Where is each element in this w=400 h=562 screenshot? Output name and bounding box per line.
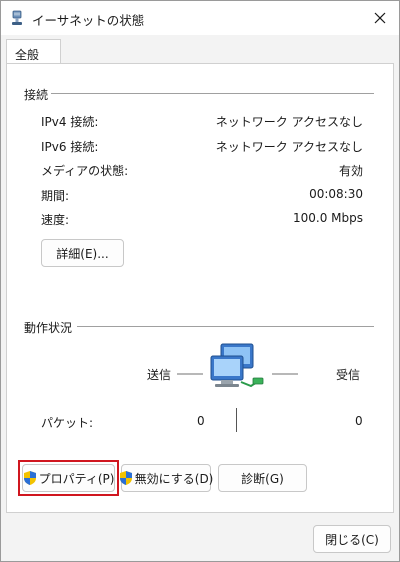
media-state-value: 有効 (338, 164, 363, 178)
uac-shield-icon (119, 471, 132, 485)
activity-divider (77, 326, 374, 327)
highlight-frame (18, 460, 119, 496)
status-dialog: イーサネットの状態 全般 接続 IPv4 接続: ネットワーク アクセスなし I… (0, 0, 400, 562)
disable-label: 無効にする(D) (134, 471, 214, 486)
connection-heading: 接続 (24, 88, 49, 102)
ipv4-label: IPv4 接続: (41, 115, 99, 129)
network-computers-icon (210, 343, 264, 388)
packets-received-value: 0 (355, 414, 363, 428)
speed-label: 速度: (41, 213, 70, 227)
activity-heading: 動作状況 (24, 321, 73, 335)
diagnose-button[interactable]: 診断(G) (218, 464, 307, 492)
close-icon (374, 12, 386, 24)
packets-label: パケット: (41, 416, 94, 430)
tab-general[interactable]: 全般 (6, 39, 61, 65)
connection-divider (51, 93, 374, 94)
media-state-label: メディアの状態: (41, 164, 129, 178)
sent-line (177, 373, 203, 375)
ipv4-value: ネットワーク アクセスなし (215, 115, 363, 129)
duration-label: 期間: (41, 189, 70, 203)
window-title: イーサネットの状態 (32, 13, 145, 28)
network-adapter-icon (12, 10, 22, 25)
ipv6-value: ネットワーク アクセスなし (215, 140, 363, 154)
ipv6-label: IPv6 接続: (41, 140, 99, 154)
close-window-button[interactable] (363, 5, 397, 31)
speed-value: 100.0 Mbps (292, 211, 363, 225)
packets-sent-value: 0 (197, 414, 205, 428)
tab-strip: 全般 (1, 35, 399, 65)
received-label: 受信 (336, 368, 361, 382)
details-button[interactable]: 詳細(E)... (41, 239, 124, 267)
sent-label: 送信 (147, 368, 172, 382)
title-bar: イーサネットの状態 (1, 1, 399, 35)
received-line (272, 373, 298, 375)
close-button[interactable]: 閉じる(C) (313, 525, 391, 553)
packets-divider (236, 408, 237, 432)
duration-value: 00:08:30 (309, 187, 363, 201)
disable-button[interactable]: 無効にする(D) (119, 464, 214, 492)
general-panel: 接続 IPv4 接続: ネットワーク アクセスなし IPv6 接続: ネットワー… (6, 63, 394, 513)
